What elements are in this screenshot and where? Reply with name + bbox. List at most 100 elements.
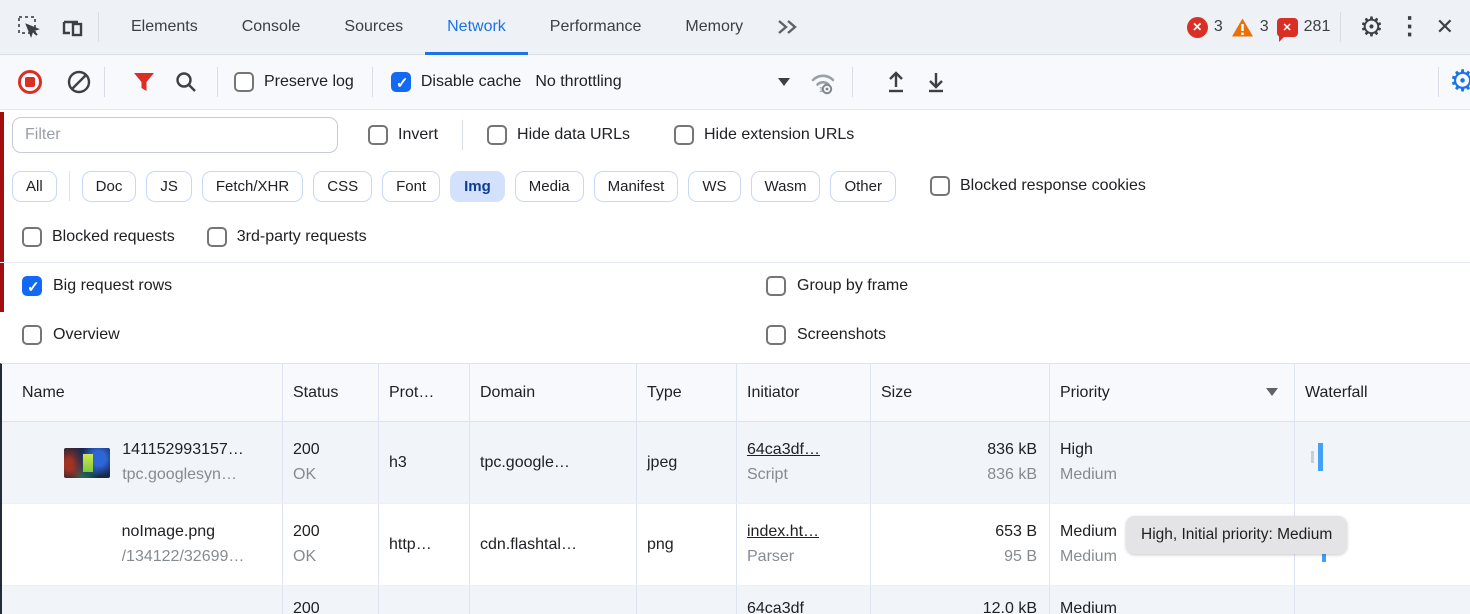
console-warnings-badge[interactable]: 3 [1231,17,1269,38]
filter-funnel-icon[interactable] [129,67,159,97]
device-toolbar-icon[interactable] [58,12,88,42]
throttling-value: No throttling [535,73,621,91]
cell-initiator[interactable]: 64ca3df… Script [737,422,871,503]
cell-status: 200 OK [283,504,379,585]
inspect-element-icon[interactable] [14,12,44,42]
invert-checkbox[interactable]: Invert [368,125,438,145]
column-header-waterfall[interactable]: Waterfall [1295,364,1470,421]
settings-gear-icon[interactable]: ⚙ [1359,14,1383,41]
waterfall-tick [1311,451,1314,463]
checkbox-unchecked[interactable] [234,72,254,92]
tab-console[interactable]: Console [220,0,323,55]
filter-pill-ws[interactable]: WS [688,171,740,202]
clear-network-log-icon[interactable] [64,67,94,97]
hide-data-urls-checkbox[interactable]: Hide data URLs [487,125,630,145]
blocked-response-cookies-checkbox[interactable]: Blocked response cookies [930,176,1146,196]
column-header-type[interactable]: Type [637,364,737,421]
devtools-tabbar: Elements Console Sources Network Perform… [0,0,1470,55]
priority-tooltip: High, Initial priority: Medium [1126,516,1347,554]
request-name: noImage.png [122,523,245,541]
cell-initiator[interactable]: 64ca3df [737,586,871,614]
kebab-menu-icon[interactable]: ⋮ [1398,15,1422,39]
filter-pill-doc[interactable]: Doc [82,171,137,202]
initiator-link[interactable]: index.ht… [747,523,870,541]
cell-protocol: h3 [379,422,470,503]
initiator-link[interactable]: 64ca3df… [747,441,870,459]
tab-network[interactable]: Network [425,0,528,55]
filter-pill-font[interactable]: Font [382,171,440,202]
import-har-icon[interactable] [881,67,911,97]
column-header-initiator[interactable]: Initiator [737,364,871,421]
network-settings-gear-icon[interactable]: ⚙ [1449,67,1470,97]
console-errors-badge[interactable]: ✕ 3 [1187,17,1223,38]
sort-descending-icon [1266,388,1278,396]
checkbox-checked[interactable] [391,72,411,92]
throttling-select[interactable]: No throttling [535,73,790,91]
tab-elements[interactable]: Elements [109,0,220,55]
cell-name[interactable]: 827299944997 [2,586,283,614]
network-toolbar: Preserve log Disable cache No throttling… [0,55,1470,110]
table-row[interactable]: 141152993157… tpc.googlesyn… 200 OK h3 t… [2,422,1470,504]
search-icon[interactable] [171,67,201,97]
filter-pill-js[interactable]: JS [146,171,192,202]
preserve-log-label: Preserve log [264,73,354,91]
cell-protocol: http… [379,504,470,585]
column-header-protocol[interactable]: Prot… [379,364,470,421]
preserve-log-checkbox[interactable]: Preserve log [234,72,354,92]
filter-pill-img[interactable]: Img [450,171,505,202]
close-devtools-icon[interactable]: ✕ [1436,16,1454,38]
filter-pill-css[interactable]: CSS [313,171,372,202]
overview-checkbox[interactable]: Overview [22,325,120,345]
cell-domain: cdn.flashtal… [470,504,637,585]
requests-table: Name Status Prot… Domain Type Initiator … [0,363,1470,614]
hide-extension-urls-label: Hide extension URLs [704,126,854,144]
tab-memory[interactable]: Memory [663,0,765,55]
cell-waterfall[interactable] [1295,422,1470,503]
filter-pill-manifest[interactable]: Manifest [594,171,679,202]
big-request-rows-checkbox[interactable]: Big request rows [22,276,172,296]
filter-pill-wasm[interactable]: Wasm [751,171,821,202]
overview-label: Overview [53,326,120,344]
column-header-status[interactable]: Status [283,364,379,421]
tab-performance[interactable]: Performance [528,0,664,55]
chevron-down-icon [778,78,790,86]
filter-pill-all[interactable]: All [12,171,57,202]
cell-name[interactable]: 141152993157… tpc.googlesyn… [2,422,283,503]
network-filter-panel: Invert Hide data URLs Hide extension URL… [0,110,1470,363]
third-party-requests-checkbox[interactable]: 3rd-party requests [207,227,367,247]
initiator-link[interactable]: 64ca3df [747,600,870,614]
more-tabs-icon[interactable] [775,18,799,36]
issues-badge[interactable]: ✕ 281 [1277,18,1331,37]
cell-protocol [379,586,470,614]
warning-icon [1231,17,1254,38]
issues-icon: ✕ [1277,18,1298,37]
group-by-frame-checkbox[interactable]: Group by frame [766,276,908,296]
export-har-icon[interactable] [921,67,951,97]
blocked-requests-checkbox[interactable]: Blocked requests [22,227,175,247]
cell-size: 836 kB 836 kB [871,422,1050,503]
cell-name[interactable]: noImage.png /134122/32699… [2,504,283,585]
column-header-name[interactable]: Name [2,364,283,421]
column-header-size[interactable]: Size [871,364,1050,421]
cell-initiator[interactable]: index.ht… Parser [737,504,871,585]
filter-pill-media[interactable]: Media [515,171,584,202]
filter-pill-fetchxhr[interactable]: Fetch/XHR [202,171,303,202]
screenshots-checkbox[interactable]: Screenshots [766,325,886,345]
record-network-log-button[interactable] [18,70,42,94]
hide-data-urls-label: Hide data URLs [517,126,630,144]
cell-size: 12.0 kB [871,586,1050,614]
third-party-requests-label: 3rd-party requests [237,228,367,246]
network-conditions-icon[interactable]: 1 [808,67,838,97]
column-header-priority[interactable]: Priority [1050,364,1295,421]
table-row[interactable]: 827299944997 200 64ca3df 12.0 kB Medium [2,586,1470,614]
hide-extension-urls-checkbox[interactable]: Hide extension URLs [674,125,854,145]
cell-priority: High Medium [1050,422,1295,503]
filter-input[interactable] [12,117,338,153]
cell-waterfall[interactable] [1295,586,1470,614]
tab-sources[interactable]: Sources [322,0,425,55]
cell-type: jpeg [637,422,737,503]
request-path: /134122/32699… [122,548,245,566]
column-header-domain[interactable]: Domain [470,364,637,421]
disable-cache-checkbox[interactable]: Disable cache [391,72,522,92]
filter-pill-other[interactable]: Other [830,171,896,202]
